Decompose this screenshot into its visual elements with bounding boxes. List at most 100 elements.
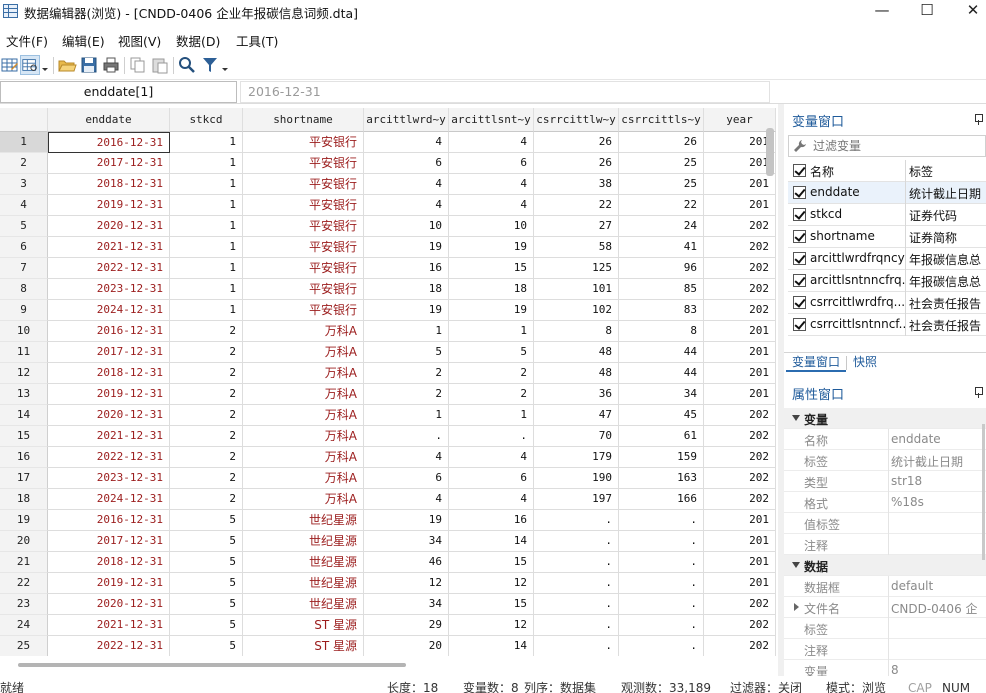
variable-filter-input[interactable] — [813, 138, 983, 154]
tab-variables[interactable]: 变量窗口 — [786, 353, 847, 372]
table-cell[interactable]: 48 — [534, 342, 619, 363]
table-cell[interactable]: 202 — [704, 405, 776, 426]
column-header-csrrcittlwy[interactable]: csrrcittlw~y — [534, 108, 619, 132]
table-cell[interactable]: . — [619, 510, 704, 531]
table-cell[interactable]: 世纪星源 — [243, 531, 364, 552]
table-cell[interactable]: 1 — [170, 300, 243, 321]
table-cell[interactable]: 19 — [449, 300, 534, 321]
property-row[interactable]: 数据框 default — [784, 576, 986, 597]
table-cell[interactable]: 4 — [449, 489, 534, 510]
table-cell[interactable]: 1 — [449, 405, 534, 426]
table-cell[interactable]: 202 — [704, 447, 776, 468]
table-cell[interactable]: 2024-12-31 — [48, 300, 170, 321]
table-cell[interactable]: 6 — [449, 468, 534, 489]
column-header-enddate[interactable]: enddate — [48, 108, 170, 132]
table-cell[interactable]: 201 — [704, 174, 776, 195]
table-cell[interactable]: . — [534, 594, 619, 615]
table-cell[interactable]: 47 — [534, 405, 619, 426]
table-cell[interactable]: 2018-12-31 — [48, 174, 170, 195]
table-cell[interactable]: 1 — [170, 132, 243, 153]
table-cell[interactable]: 2 — [170, 384, 243, 405]
table-cell[interactable]: 平安银行 — [243, 300, 364, 321]
table-cell[interactable]: 2022-12-31 — [48, 636, 170, 656]
table-cell[interactable]: 4 — [449, 195, 534, 216]
table-cell[interactable]: 2 — [170, 363, 243, 384]
table-cell[interactable]: 163 — [619, 468, 704, 489]
row-number[interactable]: 16 — [0, 447, 48, 468]
variable-visible-checkbox[interactable] — [793, 208, 806, 221]
table-cell[interactable]: 万科A — [243, 342, 364, 363]
table-cell[interactable]: 44 — [619, 342, 704, 363]
table-cell[interactable]: 70 — [534, 426, 619, 447]
column-header-name[interactable]: 名称 — [810, 163, 906, 180]
table-cell[interactable]: 2017-12-31 — [48, 531, 170, 552]
table-cell[interactable]: 2022-12-31 — [48, 447, 170, 468]
table-cell[interactable]: 1 — [170, 174, 243, 195]
variable-row[interactable]: arcittlsntnncfrq... 年报碳信息总 — [788, 270, 986, 292]
table-cell[interactable]: 6 — [449, 153, 534, 174]
table-cell[interactable]: 4 — [364, 447, 449, 468]
table-cell[interactable]: 202 — [704, 489, 776, 510]
table-cell[interactable]: 万科A — [243, 468, 364, 489]
table-cell[interactable]: 8 — [619, 321, 704, 342]
table-cell[interactable]: 179 — [534, 447, 619, 468]
table-cell[interactable]: 19 — [364, 300, 449, 321]
table-cell[interactable]: 2023-12-31 — [48, 468, 170, 489]
table-cell[interactable]: 1 — [170, 279, 243, 300]
table-cell[interactable]: 19 — [449, 237, 534, 258]
row-number[interactable]: 9 — [0, 300, 48, 321]
table-cell[interactable]: 1 — [170, 237, 243, 258]
menu-file[interactable]: 文件(F) — [6, 31, 48, 50]
table-cell[interactable]: 15 — [449, 258, 534, 279]
table-cell[interactable]: 2 — [170, 489, 243, 510]
table-cell[interactable]: . — [534, 531, 619, 552]
property-row[interactable]: 值标签 — [784, 513, 986, 534]
table-cell[interactable]: 1 — [364, 405, 449, 426]
table-cell[interactable]: 34 — [364, 531, 449, 552]
row-number[interactable]: 5 — [0, 216, 48, 237]
data-grid[interactable]: enddate stkcd shortname arcittlwrd~y arcittl… — [0, 108, 776, 656]
menu-view[interactable]: 视图(V) — [118, 31, 161, 50]
grid-corner[interactable] — [0, 108, 48, 132]
property-row[interactable]: 标签 — [784, 618, 986, 639]
table-cell[interactable]: 15 — [449, 594, 534, 615]
variable-filter-box[interactable] — [788, 135, 986, 157]
table-cell[interactable]: 平安银行 — [243, 258, 364, 279]
table-cell[interactable]: 1 — [170, 153, 243, 174]
table-cell[interactable]: 4 — [449, 447, 534, 468]
table-cell[interactable]: 201 — [704, 510, 776, 531]
table-cell[interactable]: 2024-12-31 — [48, 489, 170, 510]
row-number[interactable]: 18 — [0, 489, 48, 510]
row-number[interactable]: 17 — [0, 468, 48, 489]
table-cell[interactable]: 202 — [704, 468, 776, 489]
table-cell[interactable]: . — [534, 573, 619, 594]
table-cell[interactable]: 26 — [619, 132, 704, 153]
table-cell[interactable]: 6 — [364, 153, 449, 174]
table-cell[interactable]: 2022-12-31 — [48, 258, 170, 279]
table-cell[interactable]: 25 — [619, 174, 704, 195]
table-cell[interactable]: 18 — [364, 279, 449, 300]
table-cell[interactable]: . — [364, 426, 449, 447]
table-cell[interactable]: 2020-12-31 — [48, 594, 170, 615]
table-cell[interactable]: . — [534, 510, 619, 531]
table-cell[interactable]: . — [619, 615, 704, 636]
table-cell[interactable]: 2 — [364, 363, 449, 384]
table-cell[interactable]: 85 — [619, 279, 704, 300]
property-row[interactable]: 注释 — [784, 639, 986, 660]
table-cell[interactable]: 61 — [619, 426, 704, 447]
row-number[interactable]: 23 — [0, 594, 48, 615]
table-cell[interactable]: 万科A — [243, 447, 364, 468]
variable-visible-checkbox[interactable] — [793, 252, 806, 265]
table-cell[interactable]: 2021-12-31 — [48, 426, 170, 447]
paste-icon[interactable] — [150, 55, 170, 75]
cell-value-field[interactable]: 2016-12-31 — [240, 81, 770, 103]
collapse-triangle-icon[interactable] — [792, 415, 800, 421]
property-row[interactable]: 文件名 CNDD-0406 企 — [784, 597, 986, 618]
table-cell[interactable]: ST 星源 — [243, 636, 364, 656]
column-header-csrrcittlsy[interactable]: csrrcittls~y — [619, 108, 704, 132]
table-cell[interactable]: 5 — [170, 531, 243, 552]
table-browse-icon[interactable] — [20, 55, 40, 75]
table-cell[interactable]: 102 — [534, 300, 619, 321]
pin-icon[interactable] — [975, 114, 983, 125]
row-number[interactable]: 2 — [0, 153, 48, 174]
